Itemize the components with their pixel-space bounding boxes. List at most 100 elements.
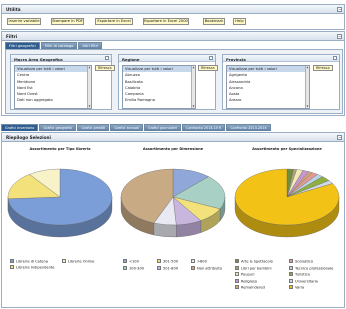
legend-label: 100-300 [129, 266, 145, 271]
legend-item: Tecnico professionale [289, 265, 333, 271]
pie-chart: Libreria di CatenaLibreria IndipendenteL… [7, 168, 113, 238]
legend-label: 301-500 [163, 259, 179, 264]
legend-swatch [123, 259, 127, 263]
tab-grafici-giornalieri[interactable]: Grafici giornalieri [143, 124, 182, 131]
refresh-button[interactable]: Rifresca [198, 65, 218, 71]
tab-grafici-annuali[interactable]: Grafici annuali [110, 124, 143, 131]
box-menu-icon[interactable] [209, 56, 213, 60]
refresh-button[interactable]: Rifresca [313, 65, 333, 71]
legend-swatch [289, 278, 293, 283]
legend-swatch [235, 259, 239, 263]
tab-confronto-2013-2014[interactable]: Confronto 2013-2014 [226, 124, 271, 131]
filtri-title: Filtri [6, 33, 18, 39]
chart-tipo-libreria: Assortimento per Tipo libreria Libreria … [4, 147, 116, 307]
legend-swatch [123, 266, 127, 270]
legend-item: Scolastico [289, 259, 313, 264]
legend-item: Remaindered [235, 285, 265, 290]
legend-label: Arte & Spettacolo [241, 259, 273, 264]
list-item[interactable]: Emilia Romagna [123, 97, 195, 103]
legend-swatch [191, 259, 195, 263]
legend-label: <100 [129, 259, 139, 264]
legend-item: 100-300 [123, 266, 144, 271]
tab-filtri-geografici[interactable]: Filtri geografici [5, 42, 40, 49]
bookmark-button[interactable]: Bookmark [203, 18, 225, 25]
chart-title: Assortimento per Specializzazione [252, 147, 322, 151]
legend-swatch [289, 259, 293, 263]
tab-grafici-geografici[interactable]: Grafici geografici [39, 124, 77, 131]
legend-swatch [157, 259, 161, 263]
legend-item: Libri per bambini [235, 265, 272, 271]
legend-label: Varia [295, 285, 305, 290]
pie-chart: <100100-300301-500501-800>800Non attribu… [120, 168, 226, 238]
report-tabs: Grafici Inventario Grafici geografici Gr… [1, 124, 345, 131]
macro-area-list[interactable]: Visualizza per tutti i valori Centro Mer… [14, 65, 92, 109]
box-menu-icon[interactable] [333, 56, 337, 60]
chart-dimensione: Assortimento per Dimensione <100 100-300 3… [117, 147, 229, 307]
legend-label: >800 [197, 259, 207, 264]
list-scrollbar[interactable] [305, 66, 309, 108]
list-scrollbar[interactable] [191, 66, 195, 108]
legend-label: Libreria di Catena [16, 259, 48, 264]
riepilogo-header: Riepilogo Selezioni − [2, 133, 344, 142]
export-excel-2000-button[interactable]: Esportare in Excel 2000 [143, 18, 189, 25]
legend-item: <100 [123, 259, 139, 264]
legend-item: Libreria di Catena [10, 259, 48, 264]
legend-label: 501-800 [163, 266, 179, 271]
legend-swatch [289, 285, 293, 289]
provincia-list[interactable]: Visualizza per tutti i valori Agrigento … [226, 65, 310, 109]
legend-item: >800 [191, 259, 207, 264]
legend-swatch [235, 265, 239, 270]
legend-swatch [235, 272, 239, 276]
macro-area-filter: Macro Area Geografica Visualizza per tut… [10, 54, 115, 110]
macro-area-title: Macro Area Geografica [14, 56, 63, 62]
legend-label: Religioso [241, 279, 258, 283]
tab-altri-filtri[interactable]: Altri filtri [78, 42, 103, 49]
regione-title: Regione [122, 56, 140, 62]
legend-item: Poupuri [235, 272, 255, 277]
collapse-icon[interactable]: − [337, 33, 342, 39]
list-item[interactable]: Arezzo [227, 97, 309, 103]
utilita-panel: Utilità − Inserire variabile Stampare in… [1, 4, 345, 30]
list-item[interactable]: Dati non aggregato [15, 97, 91, 103]
legend-label: Non attribuito [197, 266, 222, 271]
pie-chart: Arte & SpettacoloLibri per bambiniPoupur… [234, 168, 340, 238]
export-excel-button[interactable]: Esportare in Excel [95, 18, 133, 25]
utilita-title: Utilità [6, 6, 21, 12]
box-menu-icon[interactable] [105, 56, 109, 60]
collapse-icon[interactable]: − [337, 6, 342, 12]
legend-swatch [235, 278, 239, 283]
tab-filtri-catalogo[interactable]: Filtri di catalogo [40, 42, 78, 49]
list-scrollbar[interactable] [87, 66, 91, 108]
refresh-button[interactable]: Rifresca [95, 65, 115, 71]
legend-item: Libreria Indipendente [10, 265, 55, 270]
filtri-header: Filtri − [2, 32, 344, 41]
help-button[interactable]: Help [233, 18, 246, 25]
provincia-filter: Provincia Visualizza per tutti i valori … [222, 54, 340, 110]
regione-filter: Regione Visualizza per tutti i valori Ab… [118, 54, 218, 110]
legend-swatch [289, 265, 293, 270]
legend-swatch [157, 266, 161, 270]
legend-item: Religioso [235, 278, 258, 284]
tab-grafici-inventario[interactable]: Grafici Inventario [1, 124, 39, 131]
utilita-header: Utilità − [2, 5, 344, 14]
print-pdf-button[interactable]: Stampare in PDF [51, 18, 84, 25]
provincia-title: Provincia [226, 56, 246, 62]
filtri-panel: Filtri − Filtri geografici Filtri di cat… [1, 31, 345, 116]
legend-item: Turistica [289, 272, 310, 277]
regione-list[interactable]: Visualizza per tutti i valori Abruzzo Ba… [122, 65, 196, 109]
legend-swatch [289, 272, 293, 276]
chart-specializzazione: Assortimento per Specializzazione Arte &… [231, 147, 343, 307]
insert-variable-button[interactable]: Inserire variabile [7, 18, 41, 25]
tab-confronto-2014-15[interactable]: Confronto 2014-15 € [182, 124, 226, 131]
legend-item: Varia [289, 285, 304, 290]
legend-swatch [62, 259, 66, 263]
chart-title: Assortimento per Dimensione [142, 147, 204, 151]
collapse-icon[interactable]: − [337, 134, 342, 140]
tab-grafici-prestiti[interactable]: Grafici prestiti [77, 124, 110, 131]
chart-title: Assortimento per Tipo libreria [29, 147, 91, 151]
legend-label: Scolastico [295, 259, 314, 264]
filtri-body: Macro Area Geografica Visualizza per tut… [5, 49, 343, 114]
legend-label: Universitaria [295, 279, 318, 283]
legend-item: 301-500 [157, 259, 178, 264]
legend-swatch [235, 285, 239, 289]
